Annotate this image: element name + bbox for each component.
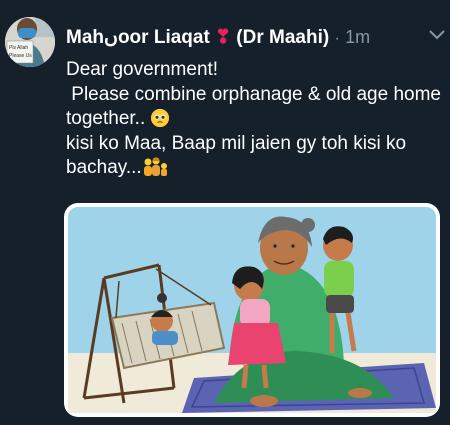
tweet-text: Dear government! Please combine orphanag… xyxy=(66,58,441,181)
avatar-image: Pls Allah Please Us xyxy=(5,17,55,67)
svg-text:Pls Allah: Pls Allah xyxy=(9,45,28,51)
heart-icon: ❣ xyxy=(215,27,231,48)
illustration-image xyxy=(68,207,436,413)
svg-text:Please Us: Please Us xyxy=(9,53,32,59)
tweet-line-2: Please combine orphanage & old age home … xyxy=(66,83,447,130)
family-emoji xyxy=(142,157,170,177)
author-name[interactable]: Mahںoor Liaqat xyxy=(66,27,210,48)
tweet-header: Mahںoor Liaqat ❣ (Dr Maahi) · 1m xyxy=(66,26,370,49)
timestamp[interactable]: 1m xyxy=(345,27,370,47)
pleading-face-emoji xyxy=(150,109,169,127)
separator: · xyxy=(334,30,340,47)
tweet-line-1: Dear government! xyxy=(66,59,219,80)
author-role[interactable]: (Dr Maahi) xyxy=(236,27,329,48)
chevron-down-icon[interactable] xyxy=(428,28,446,42)
tweet-image[interactable] xyxy=(64,203,440,417)
avatar[interactable]: Pls Allah Please Us xyxy=(5,17,55,67)
tweet-line-3: kisi ko Maa, Baap mil jaien gy toh kisi … xyxy=(66,132,412,179)
